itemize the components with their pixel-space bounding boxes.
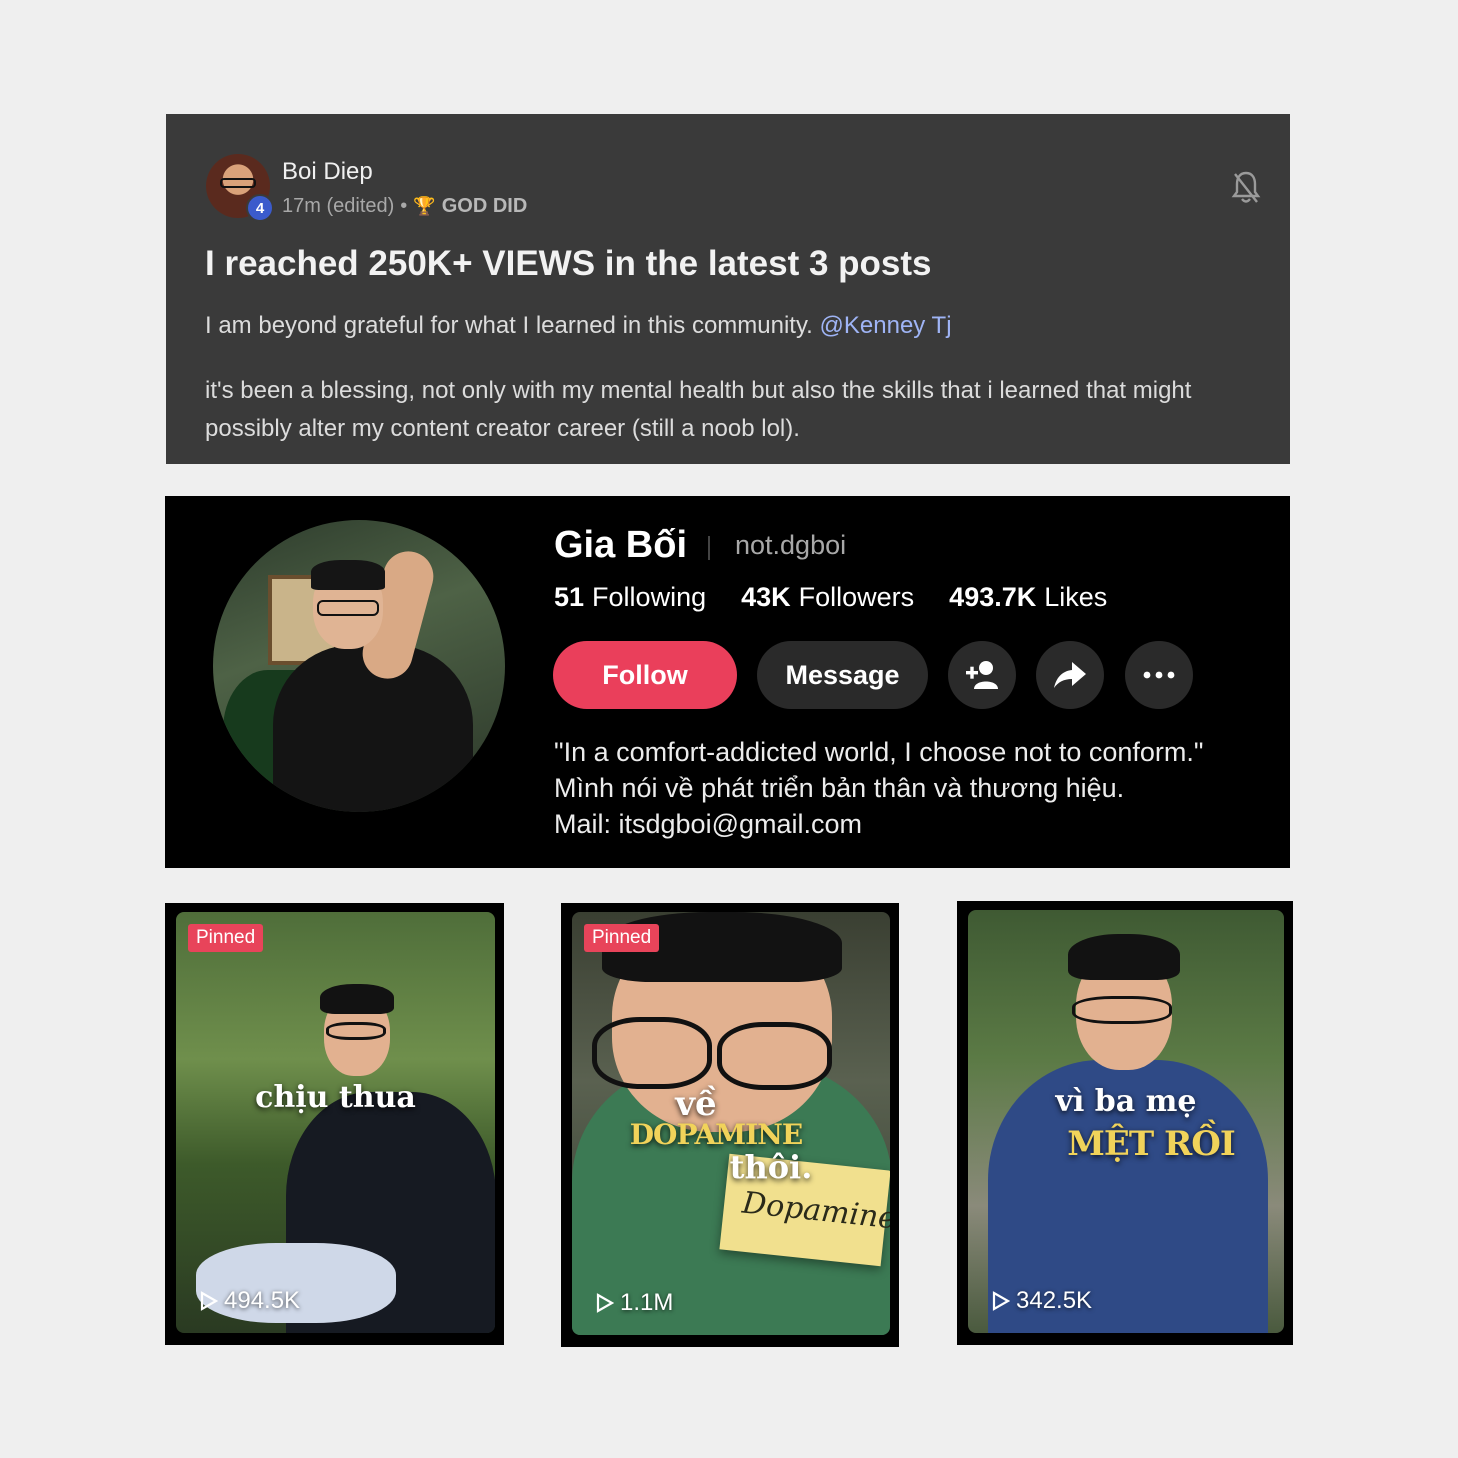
pinned-badge: Pinned xyxy=(188,924,264,952)
video-caption-highlight: DOPAMINE xyxy=(629,1118,803,1151)
meta-separator: • xyxy=(400,195,408,217)
followers-stat[interactable]: 43K Followers xyxy=(741,582,914,613)
community-post: 4 Boi Diep 17m (edited) • 🏆 GOD DID I re… xyxy=(166,114,1290,464)
profile-handle: not.dgboi xyxy=(735,530,847,560)
message-button[interactable]: Message xyxy=(757,641,928,709)
play-icon xyxy=(200,1291,218,1311)
following-stat[interactable]: 51 Following xyxy=(554,582,706,613)
likes-stat: 493.7K Likes xyxy=(949,582,1108,612)
profile-stats: 51 Following 43K Followers 493.7K Likes xyxy=(554,582,1107,613)
bio-line: "In a comfort-addicted world, I choose n… xyxy=(554,737,1204,767)
rank-label: GOD DID xyxy=(441,195,528,217)
more-options-button[interactable] xyxy=(1125,641,1193,709)
follow-button[interactable]: Follow xyxy=(553,641,737,709)
level-badge: 4 xyxy=(246,194,274,222)
post-body-line1: I am beyond grateful for what I learned … xyxy=(205,312,952,340)
video-caption: chịu thua xyxy=(255,1080,416,1115)
post-title: I reached 250K+ VIEWS in the latest 3 po… xyxy=(205,244,932,283)
video-frame: vì ba mẹ MỆT RỒI 342.5K xyxy=(968,910,1284,1333)
name-divider xyxy=(708,536,710,560)
share-button[interactable] xyxy=(1036,641,1104,709)
trophy-icon: 🏆 xyxy=(413,196,436,216)
author-name[interactable]: Boi Diep xyxy=(282,158,373,186)
view-count: 342.5K xyxy=(992,1287,1092,1315)
video-thumbnail[interactable]: Dopamine Pinned về DOPAMINE thôi. 1.1M xyxy=(561,903,899,1347)
post-time: 17m (edited) xyxy=(282,195,395,217)
view-count: 494.5K xyxy=(200,1287,300,1315)
bio-line: Mail: itsdgboi@gmail.com xyxy=(554,809,863,839)
video-caption-bottom: thôi. xyxy=(729,1148,813,1186)
play-icon xyxy=(992,1291,1010,1311)
post-body-text: I am beyond grateful for what I learned … xyxy=(205,312,813,339)
bell-off-icon[interactable] xyxy=(1230,170,1262,206)
play-icon xyxy=(596,1293,614,1313)
video-thumbnail[interactable]: vì ba mẹ MỆT RỒI 342.5K xyxy=(957,901,1293,1345)
pinned-badge: Pinned xyxy=(584,924,660,952)
video-caption-highlight: MỆT RỒI xyxy=(1067,1124,1235,1164)
video-thumbnail[interactable]: Pinned chịu thua 494.5K xyxy=(165,903,504,1345)
ellipsis-icon xyxy=(1143,671,1175,679)
add-friend-button[interactable] xyxy=(948,641,1016,709)
post-meta: 17m (edited) • 🏆 GOD DID xyxy=(282,195,527,218)
profile-header: Gia Bối not.dgboi 51 Following 43K Followe… xyxy=(165,496,1290,868)
video-frame: Pinned chịu thua 494.5K xyxy=(176,912,495,1333)
user-mention[interactable]: @Kenney Tj xyxy=(820,312,952,339)
add-user-icon xyxy=(966,661,998,689)
video-caption-top: vì ba mẹ xyxy=(1055,1084,1197,1119)
video-frame: Dopamine Pinned về DOPAMINE thôi. 1.1M xyxy=(572,912,890,1335)
profile-name: Gia Bối xyxy=(554,524,688,566)
profile-bio: "In a comfort-addicted world, I choose n… xyxy=(554,734,1203,842)
view-count: 1.1M xyxy=(596,1289,673,1317)
post-body-line2: it's been a blessing, not only with my m… xyxy=(205,377,1192,442)
share-arrow-icon xyxy=(1054,662,1086,688)
bio-line: Mình nói về phát triển bản thân và thươn… xyxy=(554,773,1125,803)
profile-avatar[interactable] xyxy=(213,520,505,812)
